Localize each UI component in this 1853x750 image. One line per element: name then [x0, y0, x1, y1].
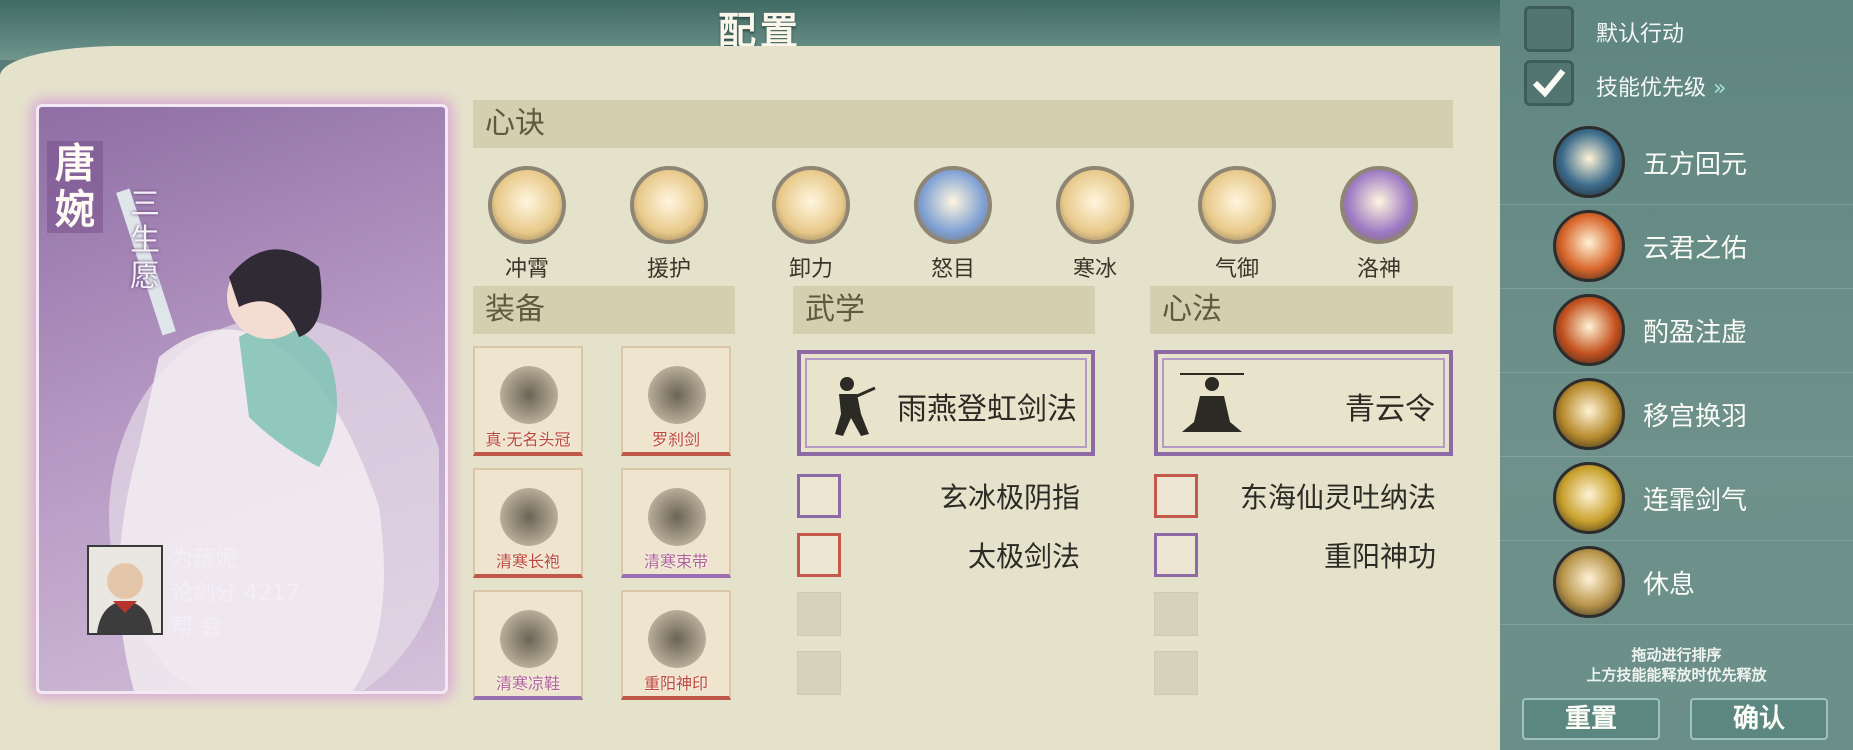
- equipment-slot[interactable]: 清寒长袍: [473, 468, 583, 578]
- xinjue-skill-icon[interactable]: [1340, 166, 1418, 244]
- xinfa-skill-icon[interactable]: [1154, 533, 1198, 577]
- xinfa-main-slot[interactable]: 青云令: [1154, 350, 1453, 456]
- xinjue-skill-icon[interactable]: [914, 166, 992, 244]
- equipment-slot[interactable]: 清寒束带: [621, 468, 731, 578]
- priority-skill-icon: [1553, 378, 1625, 450]
- equipment-header: 装备: [473, 286, 735, 334]
- hint-line-1: 拖动进行排序: [1631, 646, 1722, 664]
- equipment-label: 重阳神印: [643, 674, 708, 693]
- priority-skill-icon: [1553, 462, 1625, 534]
- xinjue-skill-icon[interactable]: [772, 166, 850, 244]
- xinfa-main-label: 青云令: [1345, 392, 1435, 427]
- equipment-slot[interactable]: 真·无名头冠: [473, 346, 583, 456]
- wuxue-skill-name: 玄冰极阴指: [939, 481, 1080, 514]
- player-info: 为菈妮 论剑分 4217 帮 会: [171, 543, 300, 645]
- player-avatar: [87, 545, 163, 635]
- xinfa-skill-icon[interactable]: [1154, 474, 1198, 518]
- xinjue-skill-label: 寒冰: [1072, 257, 1117, 282]
- player-score-line: 论剑分 4217: [171, 577, 300, 611]
- xinjue-skill-label: 冲霄: [504, 257, 549, 282]
- xinfa-skill-name: 东海仙灵吐纳法: [1239, 481, 1436, 514]
- priority-skill-name: 酌盈注虚: [1643, 318, 1748, 348]
- xinfa-empty-slot[interactable]: [1154, 651, 1198, 695]
- equipment-label: 罗刹剑: [651, 430, 700, 449]
- equipment-label: 清寒长袍: [495, 552, 560, 571]
- priority-skill-row[interactable]: 酌盈注虚: [1500, 288, 1853, 373]
- equipment-item-icon: [500, 610, 558, 668]
- wuxue-main-slot[interactable]: 雨燕登虹剑法: [797, 350, 1095, 456]
- equipment-label: 清寒凉鞋: [495, 674, 560, 693]
- wuxue-skill-icon[interactable]: [797, 533, 841, 577]
- xinjue-skill-icon[interactable]: [1198, 166, 1276, 244]
- priority-skill-name: 休息: [1643, 570, 1696, 600]
- xinjue-skill-label: 气御: [1214, 257, 1259, 282]
- wuxue-empty-slot[interactable]: [797, 651, 841, 695]
- default-action-label: 默认行动: [1596, 22, 1685, 47]
- score-label: 论剑分: [171, 581, 238, 606]
- xinfa-skill-name: 重阳神功: [1323, 540, 1436, 573]
- xinjue-header: 心诀: [473, 100, 1453, 148]
- priority-skill-icon: [1553, 126, 1625, 198]
- priority-skill-row[interactable]: 连霏剑气: [1500, 456, 1853, 541]
- guild-label: 帮 会: [171, 615, 222, 640]
- skill-priority-label: 技能优先级 »: [1596, 70, 1726, 102]
- xinjue-skill-label: 卸力: [788, 257, 833, 282]
- monk-avatar-icon: [97, 563, 153, 633]
- xinjue-skill-icon[interactable]: [630, 166, 708, 244]
- xinfa-empty-slot[interactable]: [1154, 592, 1198, 636]
- checkmark-icon: [1532, 69, 1566, 98]
- skill-priority-panel: 默认行动 技能优先级 » 五方回元云君之佑酌盈注虚移宫换羽连霏剑气休息 拖动进行…: [1500, 0, 1853, 750]
- character-name: 唐婉: [47, 141, 103, 233]
- swordsman-icon: [835, 377, 876, 436]
- wuxue-skill-icon[interactable]: [797, 474, 841, 518]
- priority-skill-row[interactable]: 休息: [1500, 540, 1853, 625]
- xinjue-skill-label: 怒目: [930, 257, 975, 282]
- priority-skill-row[interactable]: 五方回元: [1500, 120, 1853, 205]
- meditating-sage-icon: [1180, 373, 1244, 432]
- priority-skill-icon: [1553, 294, 1625, 366]
- confirm-button[interactable]: 确认: [1690, 698, 1828, 740]
- priority-skill-row[interactable]: 移宫换羽: [1500, 372, 1853, 457]
- score-value: 4217: [244, 581, 301, 606]
- skill-priority-checkbox[interactable]: [1524, 60, 1574, 106]
- equipment-label: 清寒束带: [643, 552, 708, 571]
- equipment-item-icon: [648, 488, 706, 546]
- priority-skill-icon: [1553, 210, 1625, 282]
- equipment-slot[interactable]: 清寒凉鞋: [473, 590, 583, 700]
- equipment-item-icon: [648, 610, 706, 668]
- wuxue-main-label: 雨燕登虹剑法: [897, 392, 1077, 427]
- xinfa-header: 心法: [1150, 286, 1453, 334]
- default-action-checkbox[interactable]: [1524, 6, 1574, 52]
- priority-skill-name: 连霏剑气: [1643, 486, 1748, 516]
- priority-skill-row[interactable]: 云君之佑: [1500, 204, 1853, 289]
- character-subtitle: 三生愿: [130, 187, 160, 294]
- xinjue-skill-icon[interactable]: [488, 166, 566, 244]
- xinjue-skill-icon[interactable]: [1056, 166, 1134, 244]
- wuxue-skill-name: 太极剑法: [967, 540, 1080, 573]
- priority-skill-name: 移宫换羽: [1643, 402, 1748, 432]
- priority-skill-icon: [1553, 546, 1625, 618]
- double-chevron-icon: »: [1713, 76, 1727, 101]
- character-card[interactable]: 唐婉 三生愿 为菈妮 论剑分 4217 帮 会: [36, 104, 448, 694]
- player-name: 为菈妮: [171, 547, 238, 572]
- equipment-item-icon: [648, 366, 706, 424]
- xinjue-skill-label: 洛神: [1356, 257, 1401, 282]
- skill-priority-text: 技能优先级: [1596, 76, 1707, 101]
- priority-skill-name: 云君之佑: [1643, 234, 1748, 264]
- equipment-slot[interactable]: 罗刹剑: [621, 346, 731, 456]
- equipment-item-icon: [500, 366, 558, 424]
- wuxue-empty-slot[interactable]: [797, 592, 841, 636]
- priority-skill-name: 五方回元: [1643, 150, 1748, 180]
- wuxue-header: 武学: [793, 286, 1095, 334]
- equipment-label: 真·无名头冠: [485, 430, 571, 449]
- equipment-slot[interactable]: 重阳神印: [621, 590, 731, 700]
- equipment-item-icon: [500, 488, 558, 546]
- hint-line-2: 上方技能能释放时优先释放: [1586, 666, 1767, 684]
- xinjue-skill-label: 援护: [646, 257, 691, 282]
- reset-button[interactable]: 重置: [1522, 698, 1660, 740]
